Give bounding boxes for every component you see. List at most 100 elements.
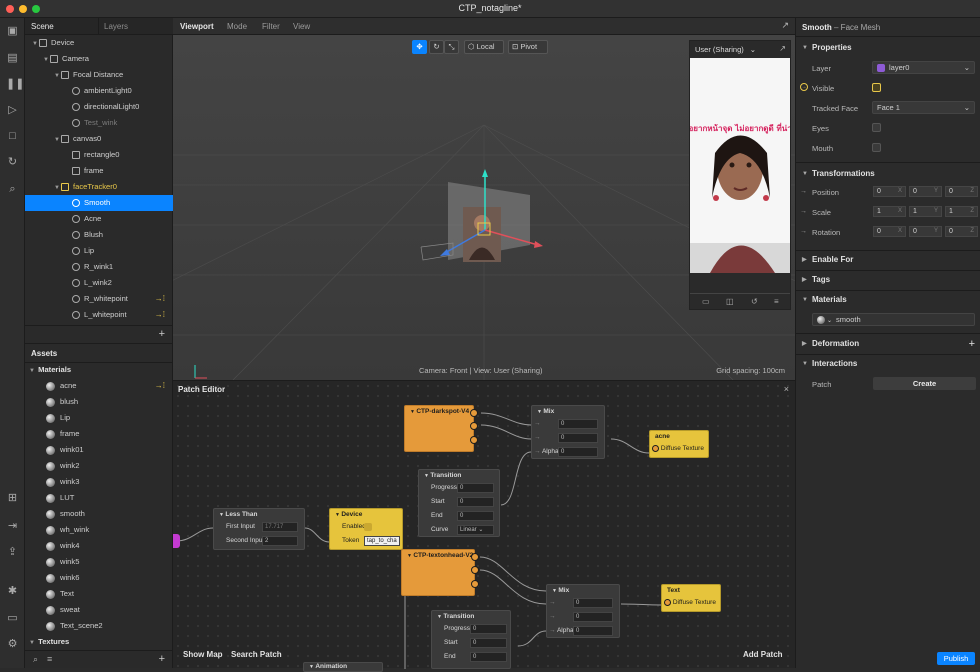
- material-item-frame[interactable]: frame: [25, 426, 173, 442]
- restart-icon[interactable]: ↻: [6, 156, 19, 169]
- tags-section-header[interactable]: ▶ Tags: [796, 272, 980, 288]
- add-patch-button[interactable]: Add Patch: [743, 650, 783, 659]
- search-icon[interactable]: ⌕: [6, 183, 19, 196]
- mix1-input-1[interactable]: 0: [558, 419, 598, 429]
- console-icon[interactable]: ▭: [6, 612, 19, 625]
- patch-link-icon[interactable]: →⁞: [155, 291, 165, 307]
- mix1-input-2[interactable]: 0: [558, 433, 598, 443]
- tree-item-r-whitepoint[interactable]: R_whitepoint →⁞: [25, 291, 173, 307]
- rotate-device-icon[interactable]: ↺: [751, 297, 758, 306]
- t1-curve-select[interactable]: Linear ⌄: [457, 525, 494, 535]
- filter-icon[interactable]: ≡: [47, 654, 52, 664]
- popout-icon[interactable]: ↗: [781, 20, 789, 31]
- t1-start-input[interactable]: 0: [457, 497, 494, 507]
- second-input-field[interactable]: 2: [262, 536, 298, 546]
- tree-item-frame[interactable]: frame: [25, 163, 173, 179]
- layer-select[interactable]: layer0 ⌄: [872, 61, 975, 74]
- t1-end-input[interactable]: 0: [457, 511, 494, 521]
- disclosure-triangle-icon[interactable]: ▼: [53, 132, 61, 148]
- interactions-section-header[interactable]: ▼ Interactions: [796, 356, 980, 372]
- send-to-device-icon[interactable]: ⇥: [6, 520, 19, 533]
- menu-view[interactable]: View: [293, 22, 310, 31]
- tree-item-smooth[interactable]: Smooth: [25, 195, 173, 211]
- device-token-field[interactable]: tap_to_cha: [364, 536, 400, 546]
- patch-link-icon[interactable]: →⁞: [155, 378, 165, 394]
- tab-viewport[interactable]: Viewport: [180, 22, 214, 31]
- patch-editor[interactable]: Patch Editor × ▼ CTP-darkspot-V4 ▼ Mix →…: [173, 380, 795, 672]
- upload-icon[interactable]: ⇪: [6, 546, 19, 559]
- properties-section-header[interactable]: ▼ Properties: [796, 40, 980, 56]
- material-select[interactable]: ⌄ smooth: [812, 313, 975, 326]
- material-item-sweat[interactable]: sweat: [25, 602, 173, 618]
- disclosure-triangle-icon[interactable]: ▼: [53, 68, 61, 84]
- t2-end-input[interactable]: 0: [470, 652, 507, 662]
- mix2-input-2[interactable]: 0: [573, 612, 613, 622]
- stop-icon[interactable]: □: [6, 130, 19, 143]
- patch-transition-node-2[interactable]: ▼ Transition Progress 0 Start 0 End 0: [431, 610, 511, 669]
- patch-mix-node-1[interactable]: ▼ Mix → 0 → 0 → Alpha 0: [531, 405, 605, 459]
- rotation-z-field[interactable]: 0Z: [945, 226, 978, 237]
- simulator-play-icon[interactable]: ▷: [6, 104, 19, 117]
- patch-acne-node[interactable]: acne Diffuse Texture: [649, 430, 709, 458]
- material-item-lut[interactable]: LUT: [25, 490, 173, 506]
- tree-item-blush[interactable]: Blush: [25, 227, 173, 243]
- tracked-face-select[interactable]: Face 1 ⌄: [872, 101, 975, 114]
- scene-toggle-icon[interactable]: ▤: [6, 52, 19, 65]
- disclosure-triangle-icon[interactable]: ▼: [42, 52, 50, 68]
- simulator-preview[interactable]: User (Sharing)⌄ ↗ ไม่อยากหน้าจุด ไม่อยาก…: [689, 40, 791, 310]
- t1-progress-input[interactable]: 0: [457, 483, 494, 493]
- publish-button[interactable]: Publish: [937, 652, 975, 665]
- pivot-toggle[interactable]: ⊡ Pivot: [508, 40, 548, 54]
- material-item-text-scene2[interactable]: Text_scene2: [25, 618, 173, 634]
- patch-link-icon[interactable]: →⁞: [155, 307, 165, 323]
- local-toggle[interactable]: ⬡ Local: [464, 40, 504, 54]
- mix2-alpha-input[interactable]: 0: [573, 626, 613, 636]
- patch-device-node[interactable]: ▼ Device Enabled Token tap_to_cha: [329, 508, 403, 550]
- menu-filter[interactable]: Filter: [262, 22, 280, 31]
- visible-checkbox[interactable]: [872, 83, 881, 92]
- tree-item-r-wink1[interactable]: R_wink1: [25, 259, 173, 275]
- tree-item-l-whitepoint[interactable]: L_whitepoint →⁞: [25, 307, 173, 323]
- add-object-button[interactable]: +: [159, 328, 165, 340]
- material-item-wink5[interactable]: wink5: [25, 554, 173, 570]
- settings-gear-icon[interactable]: ⚙: [6, 638, 19, 651]
- materials-section-header[interactable]: ▼ Materials: [796, 292, 980, 308]
- rotation-y-field[interactable]: 0Y: [909, 226, 942, 237]
- rotation-x-field[interactable]: 0X: [873, 226, 906, 237]
- patch-text-node[interactable]: Text Diffuse Texture: [661, 584, 721, 612]
- textonhead-output-port-3[interactable]: [471, 580, 479, 588]
- tree-item-rectangle0[interactable]: rectangle0: [25, 147, 173, 163]
- tree-item-lip[interactable]: Lip: [25, 243, 173, 259]
- material-item-blush[interactable]: blush: [25, 394, 173, 410]
- import-icon[interactable]: ⊞: [6, 492, 19, 505]
- textonhead-output-port-2[interactable]: [471, 566, 479, 574]
- preview-device-select[interactable]: User (Sharing) ⌄: [690, 41, 790, 58]
- tree-item-test-wink[interactable]: Test_wink: [25, 115, 173, 131]
- device-enabled-checkbox[interactable]: [364, 523, 372, 531]
- mix2-input-1[interactable]: 0: [573, 598, 613, 608]
- material-item-wink4[interactable]: wink4: [25, 538, 173, 554]
- create-patch-button[interactable]: Create: [873, 377, 976, 390]
- disclosure-triangle-icon[interactable]: ▼: [31, 36, 39, 52]
- tree-item-canvas0[interactable]: ▼ canvas0: [25, 131, 173, 147]
- position-y-field[interactable]: 0Y: [909, 186, 942, 197]
- scale-tool-icon[interactable]: ⤡: [444, 40, 459, 54]
- darkspot-output-port-2[interactable]: [470, 422, 478, 430]
- material-item-wh-wink[interactable]: wh_wink: [25, 522, 173, 538]
- disclosure-triangle-icon[interactable]: ▼: [53, 180, 61, 196]
- tree-item-l-wink2[interactable]: L_wink2: [25, 275, 173, 291]
- t2-progress-input[interactable]: 0: [470, 624, 507, 634]
- enable-for-section-header[interactable]: ▶ Enable For: [796, 252, 980, 268]
- mix1-alpha-input[interactable]: 0: [558, 447, 598, 457]
- materials-group-header[interactable]: ▼ Materials: [25, 362, 173, 378]
- tree-item-acne[interactable]: Acne: [25, 211, 173, 227]
- tree-item-facetracker0[interactable]: ▼ faceTracker0: [25, 179, 173, 195]
- show-map-button[interactable]: Show Map: [183, 650, 223, 659]
- material-item-wink3[interactable]: wink3: [25, 474, 173, 490]
- scale-z-field[interactable]: 1Z: [945, 206, 978, 217]
- layout-icon[interactable]: ▣: [6, 25, 19, 38]
- material-item-wink2[interactable]: wink2: [25, 458, 173, 474]
- darkspot-output-port-3[interactable]: [470, 436, 478, 444]
- tree-item-ambientlight0[interactable]: ambientLight0: [25, 83, 173, 99]
- patch-mix-node-2[interactable]: ▼ Mix → 0 → 0 → Alpha 0: [546, 584, 620, 638]
